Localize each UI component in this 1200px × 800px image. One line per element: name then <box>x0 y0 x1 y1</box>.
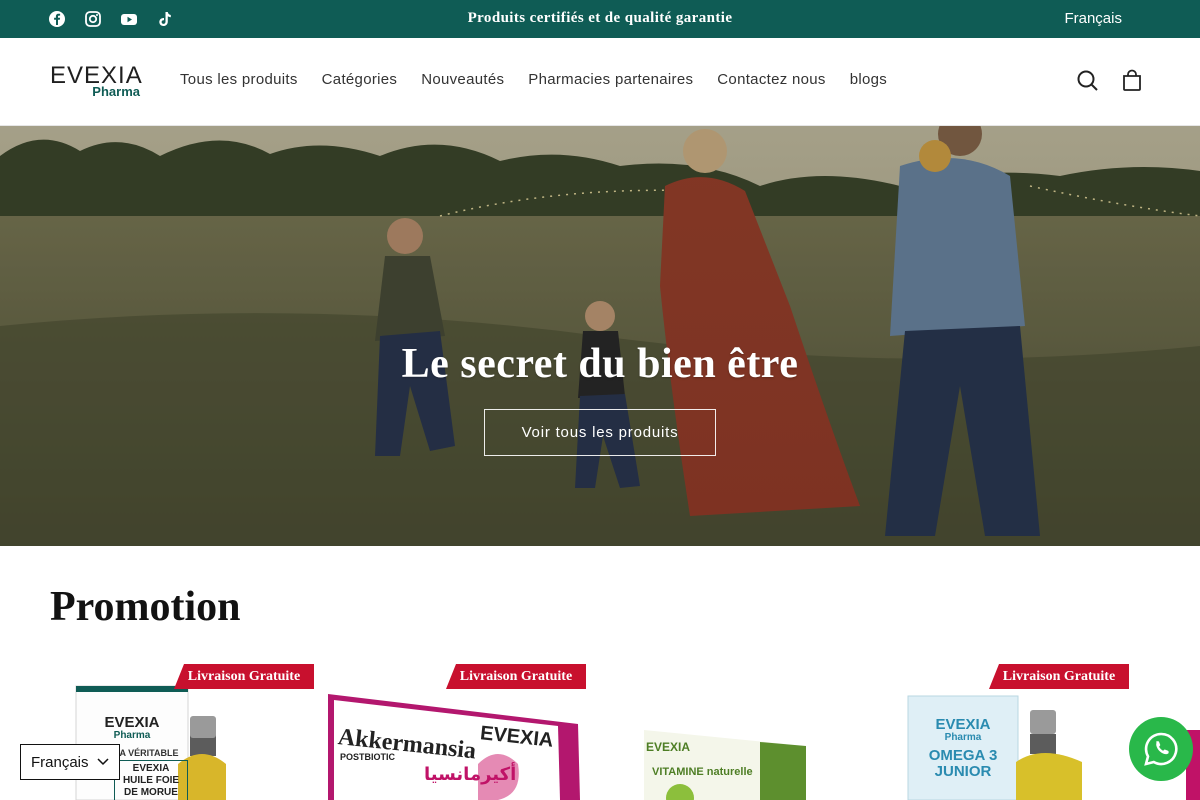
nav-item-blogs[interactable]: blogs <box>838 71 899 88</box>
product-card[interactable]: EVEXIA VITAMINE naturelle <box>600 664 864 800</box>
language-selector-top[interactable]: Français <box>1064 10 1122 27</box>
product-brand: EVEXIA <box>104 714 160 731</box>
cart-icon[interactable] <box>1119 68 1145 94</box>
nav-item-new[interactable]: Nouveautés <box>409 71 516 88</box>
nav-item-pharmacies[interactable]: Pharmacies partenaires <box>516 71 705 88</box>
search-icon[interactable] <box>1075 68 1101 94</box>
product-name-line: EVEXIA <box>132 763 170 774</box>
nav-item-all-products[interactable]: Tous les produits <box>168 71 310 88</box>
free-delivery-badge: Livraison Gratuite <box>989 664 1129 689</box>
announcement-bar: Produits certifiés et de qualité garanti… <box>0 0 1200 38</box>
language-selector[interactable]: Français <box>20 744 120 780</box>
product-brand: EVEXIA <box>646 740 691 754</box>
nav-item-categories[interactable]: Catégories <box>310 71 410 88</box>
hero-title: Le secret du bien être <box>401 341 799 387</box>
product-name-line: OMEGA 3 <box>928 747 998 764</box>
product-brand-sub: Pharma <box>113 730 151 741</box>
free-delivery-badge: Livraison Gratuite <box>174 664 314 689</box>
product-brand-sub: Pharma <box>944 732 982 743</box>
logo-sub: Pharma <box>92 84 140 99</box>
product-top-label: LA VÉRITABLE <box>114 748 179 758</box>
promotion-title: Promotion <box>50 584 241 630</box>
product-image <box>644 730 806 800</box>
product-name-line: DE MORUE <box>124 787 178 798</box>
language-label: Français <box>31 753 89 771</box>
product-arabic-name: أكيرمانسيا <box>424 764 517 785</box>
announcement-text: Produits certifiés et de qualité garanti… <box>467 10 733 26</box>
nav-item-contact[interactable]: Contactez nous <box>705 71 837 88</box>
site-header: EVEXIA Pharma Tous les produits Catégori… <box>0 38 1200 126</box>
hero-image <box>0 126 1200 546</box>
product-subtitle: POSTBIOTIC <box>340 752 396 762</box>
product-brand: EVEXIA <box>935 716 991 733</box>
logo[interactable]: EVEXIA Pharma <box>50 64 142 100</box>
main-nav: Tous les produits Catégories Nouveautés … <box>168 71 899 88</box>
view-all-products-button[interactable]: Voir tous les produits <box>484 409 716 456</box>
hero-banner: Le secret du bien être Voir tous les pro… <box>0 126 1200 546</box>
free-delivery-badge: Livraison Gratuite <box>446 664 586 689</box>
product-name: VITAMINE naturelle <box>652 766 753 778</box>
whatsapp-icon <box>1144 732 1178 766</box>
product-name-line: JUNIOR <box>934 763 992 780</box>
chevron-down-icon <box>97 758 109 766</box>
product-name-line: HUILE FOIE <box>122 775 180 786</box>
whatsapp-chat-button[interactable] <box>1129 717 1193 781</box>
